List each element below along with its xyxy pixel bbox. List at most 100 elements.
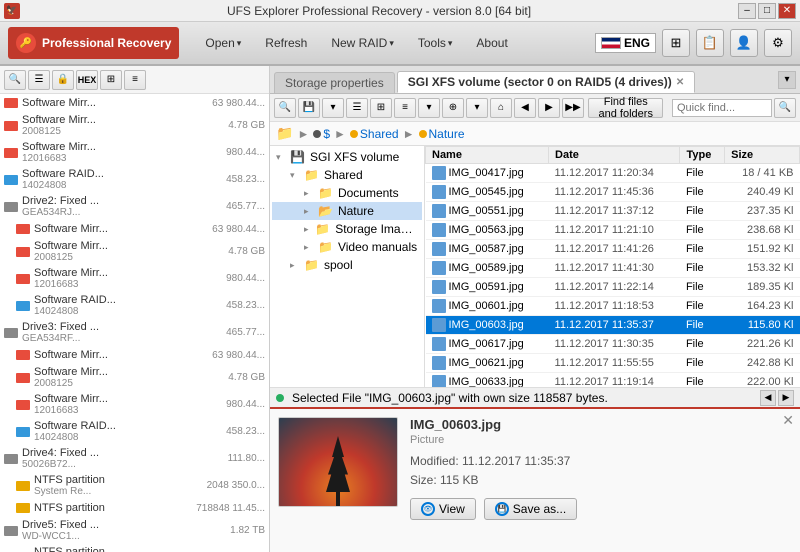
drive-list-item[interactable]: NTFS partitionStorage2048 499.03... — [0, 544, 269, 552]
toolbar-drives-btn[interactable]: ⊞ — [662, 29, 690, 57]
drive-item-icon — [4, 121, 18, 131]
drive-list-item[interactable]: Drive3: Fixed ...GEA534RF...465.77... — [0, 319, 269, 346]
save-icon[interactable]: 💾 — [298, 98, 320, 118]
tab-close-icon[interactable]: ✕ — [676, 77, 684, 88]
menu-refresh[interactable]: Refresh — [255, 31, 317, 55]
drive-list-item[interactable]: Software Mirr...63 980.44... — [0, 94, 269, 112]
file-row[interactable]: IMG_00633.jpg11.12.2017 11:19:14File222.… — [426, 373, 800, 388]
file-row[interactable]: IMG_00417.jpg11.12.2017 11:20:34File18 /… — [426, 164, 800, 183]
quick-find-input[interactable] — [672, 99, 772, 117]
save-as-button[interactable]: 💾 Save as... — [484, 498, 577, 520]
breadcrumb-shared[interactable]: Shared — [350, 127, 399, 141]
maximize-button[interactable]: □ — [758, 3, 776, 19]
drive-list-item[interactable]: Software Mirr...63 980.44... — [0, 220, 269, 238]
hex-btn[interactable]: HEX — [76, 70, 98, 90]
drive-list-item[interactable]: Software RAID...14024808458.23... — [0, 418, 269, 445]
file-row[interactable]: IMG_00551.jpg11.12.2017 11:37:12File237.… — [426, 202, 800, 221]
quick-find-search-btn[interactable]: 🔍 — [774, 98, 796, 118]
settings-icon[interactable]: ≡ — [124, 70, 146, 90]
tree-item[interactable]: ▸📁Documents — [272, 184, 422, 202]
view-options-btn[interactable]: ▾ — [418, 98, 440, 118]
filter-btn[interactable]: ⊕ — [442, 98, 464, 118]
tree-item[interactable]: ▸📂Nature — [272, 202, 422, 220]
file-row[interactable]: IMG_00545.jpg11.12.2017 11:45:36File240.… — [426, 183, 800, 202]
file-row[interactable]: IMG_00617.jpg11.12.2017 11:30:35File221.… — [426, 335, 800, 354]
scroll-right-btn[interactable]: ▶ — [778, 390, 794, 406]
preview-close-btn[interactable]: ✕ — [782, 412, 794, 429]
tree-item[interactable]: ▸📁Video manuals — [272, 238, 422, 256]
menu-about[interactable]: About — [466, 31, 517, 55]
drive-list-item[interactable]: Software Mirr...63 980.44... — [0, 346, 269, 364]
language-selector[interactable]: ENG — [595, 33, 656, 53]
search-files-icon[interactable]: 🔍 — [274, 98, 296, 118]
drive-item-size: 458.23... — [226, 426, 265, 437]
tab-storage-properties[interactable]: Storage properties — [274, 72, 395, 93]
menu-tools[interactable]: Tools▾ — [408, 31, 463, 55]
view-list-btn[interactable]: ☰ — [346, 98, 368, 118]
tree-item[interactable]: ▾💾SGI XFS volume — [272, 148, 422, 166]
drive-list-item[interactable]: Drive2: Fixed ...GEA534RJ...465.77... — [0, 193, 269, 220]
file-dropdown-btn[interactable]: ▾ — [322, 98, 344, 118]
drive-list-item[interactable]: Software RAID...14024808458.23... — [0, 166, 269, 193]
breadcrumb-dollar[interactable]: $ — [313, 127, 330, 141]
menu-open[interactable]: Open▾ — [195, 31, 251, 55]
panel-toggle-btn[interactable]: ▾ — [778, 71, 796, 89]
file-type-icon — [432, 185, 446, 199]
play-btn[interactable]: ▶ — [538, 98, 560, 118]
list-view-btn[interactable]: ☰ — [28, 70, 50, 90]
close-button[interactable]: ✕ — [778, 3, 796, 19]
view-button[interactable]: 👁 View — [410, 498, 476, 520]
drive-item-meta: Drive4: Fixed ...50026B72... — [22, 447, 224, 470]
drive-list-item[interactable]: Software Mirr...20081254.78 GB — [0, 364, 269, 391]
drive-list-item[interactable]: Drive4: Fixed ...50026B72...111.80... — [0, 445, 269, 472]
col-size[interactable]: Size — [725, 147, 800, 164]
tree-item[interactable]: ▸📁spool — [272, 256, 422, 274]
drive-list-item[interactable]: Software Mirr...20081254.78 GB — [0, 112, 269, 139]
view-detail-btn[interactable]: ≡ — [394, 98, 416, 118]
grid-btn[interactable]: ⊞ — [100, 70, 122, 90]
breadcrumb-nature[interactable]: Nature — [419, 127, 465, 141]
minimize-button[interactable]: – — [738, 3, 756, 19]
drive-list-item[interactable]: Software Mirr...12016683980.44... — [0, 265, 269, 292]
home-btn[interactable]: ⌂ — [490, 98, 512, 118]
file-row[interactable]: IMG_00603.jpg11.12.2017 11:35:37File115.… — [426, 316, 800, 335]
drive-list-item[interactable]: NTFS partitionSystem Re...2048 350.0... — [0, 472, 269, 499]
drive-list-item[interactable]: Software RAID...14024808458.23... — [0, 292, 269, 319]
drive-list-item[interactable]: Software Mirr...20081254.78 GB — [0, 238, 269, 265]
file-type-cell: File — [680, 240, 725, 259]
file-row[interactable]: IMG_00591.jpg11.12.2017 11:22:14File189.… — [426, 278, 800, 297]
save-label: Save as... — [513, 502, 566, 516]
drive-list-item[interactable]: Software Mirr...12016683980.44... — [0, 391, 269, 418]
file-row[interactable]: IMG_00621.jpg11.12.2017 11:55:55File242.… — [426, 354, 800, 373]
file-row[interactable]: IMG_00601.jpg11.12.2017 11:18:53File164.… — [426, 297, 800, 316]
folder-tree-icon: 📁 — [304, 258, 319, 272]
view-toggle-btn[interactable]: ▾ — [466, 98, 488, 118]
forward-btn[interactable]: ▶▶ — [562, 98, 584, 118]
view-grid-btn[interactable]: ⊞ — [370, 98, 392, 118]
tree-item[interactable]: ▸📁Storage Image Files — [272, 220, 422, 238]
tree-item[interactable]: ▾📁Shared — [272, 166, 422, 184]
file-date-cell: 11.12.2017 11:41:26 — [549, 240, 680, 259]
col-date[interactable]: Date — [549, 147, 680, 164]
toolbar-scan-btn[interactable]: 📋 — [696, 29, 724, 57]
col-name[interactable]: Name — [426, 147, 549, 164]
lock-icon[interactable]: 🔒 — [52, 70, 74, 90]
search-icon[interactable]: 🔍 — [4, 70, 26, 90]
file-row[interactable]: IMG_00563.jpg11.12.2017 11:21:10File238.… — [426, 221, 800, 240]
drive-item-meta: NTFS partitionSystem Re... — [34, 474, 203, 497]
toolbar-settings-btn[interactable]: ⚙ — [764, 29, 792, 57]
logo-icon: 🔑 — [16, 33, 36, 53]
drive-list-item[interactable]: Drive5: Fixed ...WD-WCC1...1.82 TB — [0, 517, 269, 544]
col-type[interactable]: Type — [680, 147, 725, 164]
toolbar-user-btn[interactable]: 👤 — [730, 29, 758, 57]
find-files-button[interactable]: Find files and folders — [588, 98, 663, 118]
menu-new-raid[interactable]: New RAID▾ — [321, 31, 404, 55]
drive-list-item[interactable]: Software Mirr...12016683980.44... — [0, 139, 269, 166]
file-row[interactable]: IMG_00589.jpg11.12.2017 11:41:30File153.… — [426, 259, 800, 278]
scroll-left-btn[interactable]: ◀ — [760, 390, 776, 406]
tab-volume[interactable]: SGI XFS volume (sector 0 on RAID5 (4 dri… — [397, 71, 695, 93]
file-row[interactable]: IMG_00587.jpg11.12.2017 11:41:26File151.… — [426, 240, 800, 259]
drive-list-item[interactable]: NTFS partition718848 11.45... — [0, 499, 269, 517]
drive-item-icon — [4, 328, 18, 338]
back-btn[interactable]: ◀ — [514, 98, 536, 118]
